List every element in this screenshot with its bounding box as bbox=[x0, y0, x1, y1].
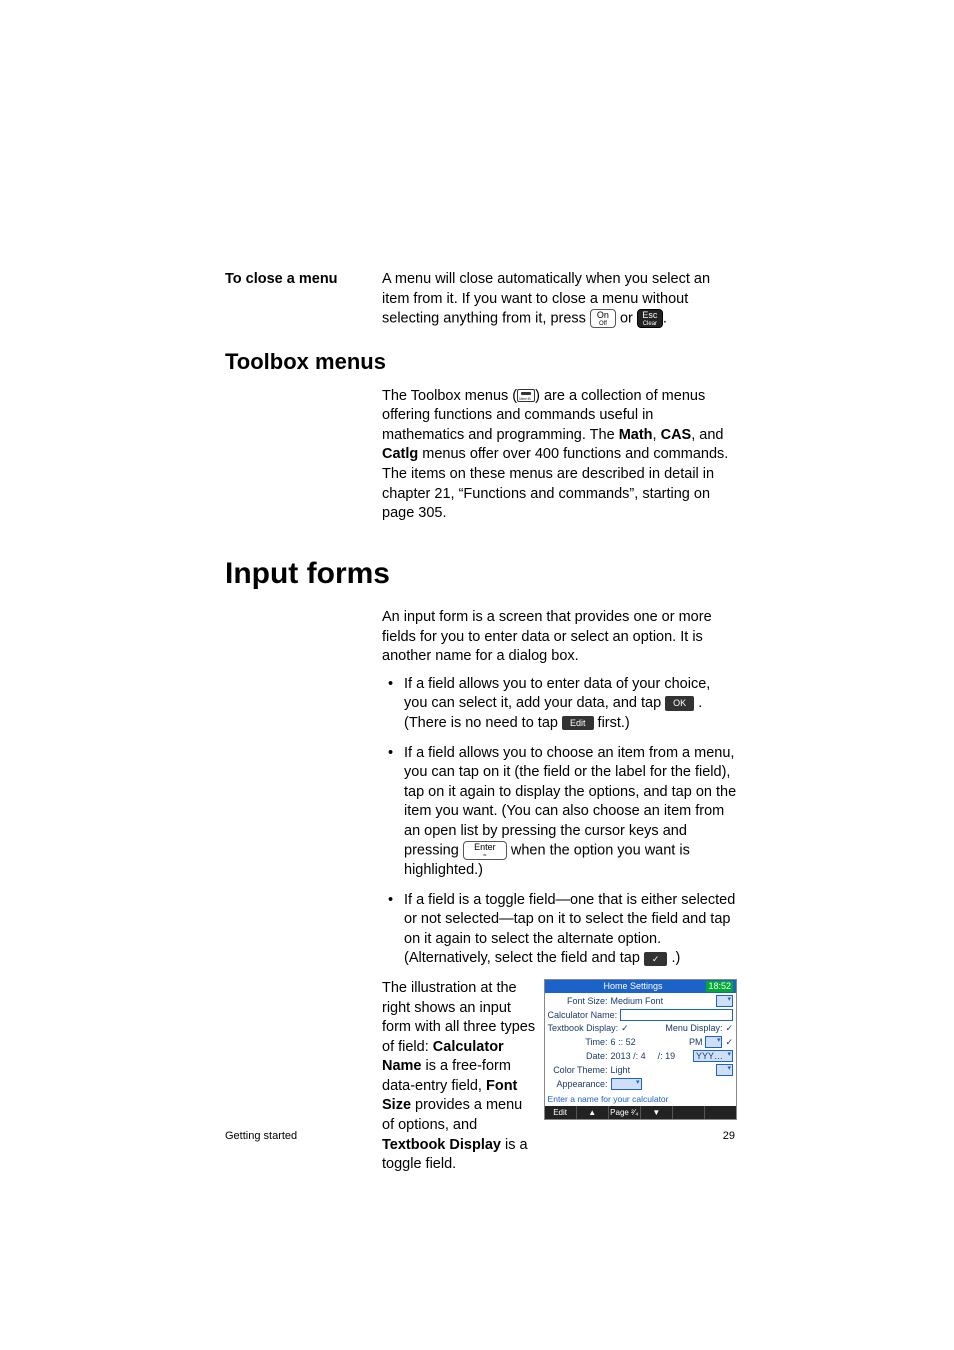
appear-dd[interactable] bbox=[611, 1078, 642, 1090]
bullet-list: If a field allows you to enter data of y… bbox=[382, 675, 737, 969]
softkey-check: ✓ bbox=[644, 952, 668, 966]
calc-title-text: Home Settings bbox=[603, 981, 662, 992]
page-footer: Getting started 29 bbox=[225, 1129, 735, 1144]
bullet-2: If a field allows you to choose an item … bbox=[382, 744, 737, 881]
date-label: Date: bbox=[548, 1051, 611, 1062]
textbook-check[interactable]: ✓ bbox=[621, 1023, 629, 1034]
key-esc: Esc Clear bbox=[637, 309, 663, 328]
menu-blank1[interactable] bbox=[673, 1106, 705, 1119]
appear-label: Appearance: bbox=[548, 1079, 611, 1090]
date-s2: /: 19 bbox=[658, 1051, 676, 1062]
yyy-dd[interactable]: YYY… bbox=[693, 1050, 733, 1062]
calc-clock: 18:52 bbox=[706, 981, 733, 992]
input-forms-intro: An input form is a screen that provides … bbox=[382, 608, 737, 667]
menu-blank2[interactable] bbox=[705, 1106, 736, 1119]
or-text: or bbox=[620, 310, 637, 326]
menu-disp-label: Menu Display: bbox=[665, 1023, 725, 1034]
close-menu-body: A menu will close automatically when you… bbox=[382, 270, 737, 329]
font-size-label: Font Size: bbox=[548, 996, 611, 1007]
footer-left: Getting started bbox=[225, 1129, 297, 1144]
time-label: Time: bbox=[548, 1037, 611, 1048]
date-s1: /: 4 bbox=[633, 1051, 646, 1062]
textbook-label: Textbook Display: bbox=[548, 1023, 622, 1034]
illustration-text: The illustration at the right shows an i… bbox=[382, 979, 538, 1175]
input-forms-body: An input form is a screen that provides … bbox=[382, 608, 737, 1175]
date-y: 2013 bbox=[611, 1051, 631, 1062]
calc-name-label: Calculator Name: bbox=[548, 1010, 621, 1021]
calc-hint: Enter a name for your calculator bbox=[545, 1093, 736, 1106]
section-close-menu: To close a menu A menu will close automa… bbox=[225, 270, 735, 329]
menu-edit[interactable]: Edit bbox=[545, 1106, 577, 1119]
font-size-dd[interactable] bbox=[716, 995, 733, 1007]
toolbox-body: The Toolbox menus () are a collection of… bbox=[382, 387, 737, 524]
calc-screenshot: Home Settings 18:52 Font Size: Medium Fo… bbox=[544, 979, 737, 1120]
heading-input-forms: Input forms bbox=[225, 554, 735, 595]
time-h: 6 bbox=[611, 1037, 616, 1048]
key-enter: Enter ≈ bbox=[463, 841, 507, 860]
heading-toolbox: Toolbox menus bbox=[225, 347, 735, 377]
softkey-ok: OK bbox=[665, 696, 694, 710]
illustration-row: The illustration at the right shows an i… bbox=[382, 979, 737, 1175]
menu-disp-check[interactable]: ✓ bbox=[725, 1023, 733, 1034]
time-sep: :: 52 bbox=[618, 1037, 636, 1048]
key-on: On Off bbox=[590, 309, 616, 328]
menu-down[interactable]: ▼ bbox=[641, 1106, 673, 1119]
bullet-1: If a field allows you to enter data of y… bbox=[382, 675, 737, 734]
pm-check[interactable]: ✓ bbox=[725, 1037, 733, 1048]
toolbox-icon bbox=[517, 389, 535, 402]
menu-page[interactable]: Page ²⁄₄ bbox=[609, 1106, 641, 1119]
calc-titlebar: Home Settings 18:52 bbox=[545, 980, 736, 993]
calc-menu-bar: Edit ▲ Page ²⁄₄ ▼ bbox=[545, 1106, 736, 1119]
calc-name-field[interactable] bbox=[620, 1009, 733, 1021]
side-heading-close: To close a menu bbox=[225, 270, 382, 329]
color-label: Color Theme: bbox=[548, 1065, 611, 1076]
pm-label: PM bbox=[689, 1037, 703, 1048]
font-size-value: Medium Font bbox=[611, 996, 716, 1007]
color-value: Light bbox=[611, 1065, 716, 1076]
footer-right: 29 bbox=[723, 1129, 735, 1144]
color-dd[interactable] bbox=[716, 1064, 733, 1076]
bullet-3: If a field is a toggle field—one that is… bbox=[382, 891, 737, 969]
pm-dd[interactable] bbox=[705, 1036, 722, 1048]
period: . bbox=[663, 310, 667, 326]
softkey-edit: Edit bbox=[562, 716, 594, 730]
menu-up[interactable]: ▲ bbox=[577, 1106, 609, 1119]
